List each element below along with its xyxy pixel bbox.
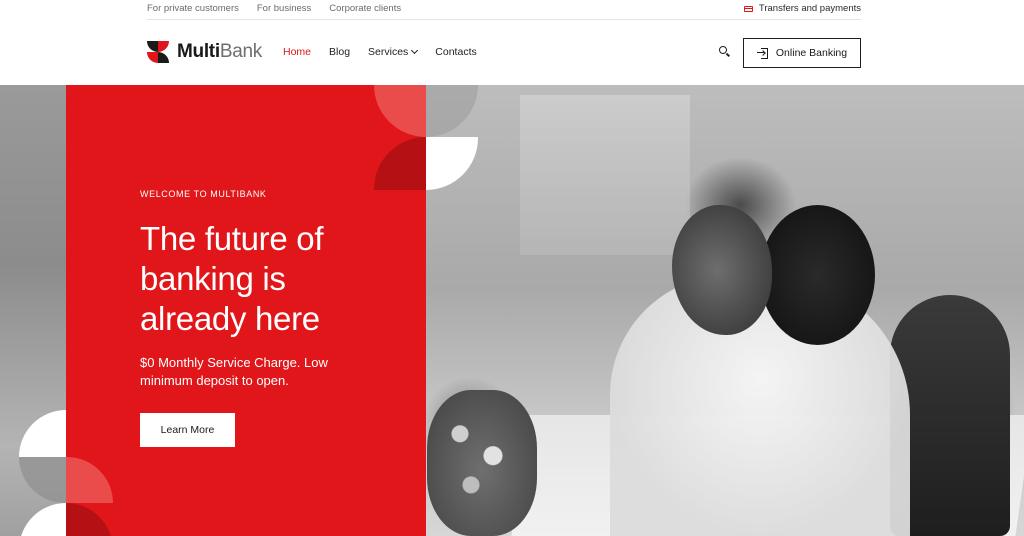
nav-item-services-label: Services bbox=[368, 46, 409, 58]
link-private-customers[interactable]: For private customers bbox=[147, 3, 239, 14]
login-icon bbox=[756, 47, 768, 59]
main-nav: Home Blog Services Contacts bbox=[283, 46, 477, 58]
transfers-link[interactable]: Transfers and payments bbox=[743, 3, 861, 14]
nav-item-home[interactable]: Home bbox=[283, 46, 311, 58]
logo-mark-icon bbox=[147, 41, 169, 63]
link-corporate-clients[interactable]: Corporate clients bbox=[329, 3, 401, 14]
nav-item-contacts[interactable]: Contacts bbox=[435, 46, 476, 58]
top-utility-bar-inner: For private customers For business Corpo… bbox=[147, 0, 861, 20]
hero-eyebrow: WELCOME TO MULTIBANK bbox=[140, 189, 267, 199]
logo-text: MultiBank bbox=[177, 41, 262, 62]
search-icon[interactable] bbox=[719, 46, 731, 58]
nav-item-blog[interactable]: Blog bbox=[329, 46, 350, 58]
online-banking-button[interactable]: Online Banking bbox=[743, 38, 861, 68]
main-header: MultiBank Home Blog Services Contacts On… bbox=[0, 21, 1024, 84]
audience-links: For private customers For business Corpo… bbox=[147, 3, 401, 14]
nav-item-services[interactable]: Services bbox=[368, 46, 419, 58]
credit-card-icon bbox=[743, 5, 753, 12]
transfers-label: Transfers and payments bbox=[758, 3, 861, 14]
hero-section: WELCOME TO MULTIBANK The future of banki… bbox=[0, 85, 1024, 536]
chevron-down-icon bbox=[411, 46, 419, 55]
hero-title: The future of banking is already here bbox=[140, 220, 324, 337]
top-utility-bar: For private customers For business Corpo… bbox=[0, 0, 1024, 20]
logo[interactable]: MultiBank bbox=[147, 41, 262, 63]
link-business[interactable]: For business bbox=[257, 3, 311, 14]
learn-more-button[interactable]: Learn More bbox=[140, 413, 235, 447]
hero-subtitle: $0 Monthly Service Charge. Low minimum d… bbox=[140, 355, 328, 388]
online-banking-label: Online Banking bbox=[775, 47, 848, 59]
